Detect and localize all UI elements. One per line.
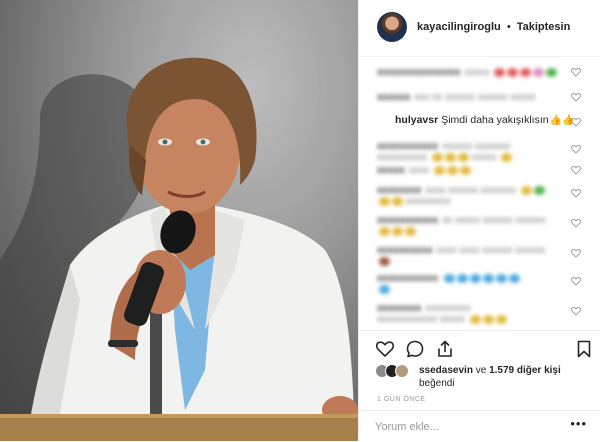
likes-connector: ve	[472, 365, 490, 376]
comment-username[interactable]: hulyavsr	[395, 114, 438, 126]
comment-row: xxxxxxxxxxx	[377, 270, 599, 298]
post-photo[interactable]	[0, 0, 358, 441]
blurred-comment: xxxxxxxxxxx xx xxxxx xxxxxx xxxxxx	[377, 215, 546, 237]
comment-row: xxxxxxxx xxxxxxxxx xxxxxxxxxxxx xxxxx	[377, 300, 599, 328]
likes-count-link[interactable]: 1.579 diğer kişi	[489, 365, 561, 376]
comment-list: xxxxxxxxxxxxxxx xxxxx xxxxxx xxx xx xxxxxx…	[359, 58, 600, 328]
blurred-comment: xxxxxxxxxxx xxxxxx xxxxxxx xxxxxxxxxx xxxx…	[377, 141, 513, 163]
comment-composer: •••	[359, 410, 600, 442]
comment-text: Şimdi daha yakışıklısın	[441, 114, 549, 126]
likes-text: ssedasevin ve 1.579 diğer kişi beğendi	[419, 364, 599, 390]
liker-username[interactable]: ssedasevin	[419, 365, 473, 376]
likes-summary: ssedasevin ve 1.579 diğer kişi beğendi	[375, 362, 595, 396]
comment-heart-icon[interactable]	[571, 276, 581, 286]
featured-comment: hulyavsr Şimdi daha yakışıklısın👍👍	[395, 114, 575, 126]
comment-row: xxxxx xxxx	[377, 162, 599, 182]
blurred-comment: xxxxxxxx xxxxxxxxx xxxxxxxxxxxx xxxxx	[377, 303, 507, 325]
bookmark-icon[interactable]	[574, 339, 594, 359]
liker-avatar	[395, 364, 409, 378]
comment-row: xxxxxxxxxxx xx xxxxx xxxxxx xxxxxx	[377, 212, 599, 240]
comment-heart-icon[interactable]	[571, 248, 581, 258]
liker-avatars[interactable]	[375, 364, 417, 378]
comment-icon[interactable]	[405, 339, 425, 359]
comment-heart-icon[interactable]	[571, 188, 581, 198]
comment-heart-icon[interactable]	[571, 117, 581, 127]
comment-row-featured: hulyavsr Şimdi daha yakışıklısın👍👍	[377, 114, 599, 134]
blurred-comment: xxxxxxxxxxxxxxx xxxxx	[377, 67, 558, 78]
comment-heart-icon[interactable]	[571, 67, 581, 77]
author-line: kayacilingiroglu • Takiptesin	[417, 21, 570, 33]
photo-illustration	[0, 57, 358, 441]
post-header: kayacilingiroglu • Takiptesin	[359, 0, 600, 57]
comment-heart-icon[interactable]	[571, 92, 581, 102]
blurred-comment: xxxxxxxxxxx	[377, 273, 521, 295]
comment-heart-icon[interactable]	[571, 144, 581, 154]
author-avatar[interactable]	[377, 12, 407, 42]
comment-heart-icon[interactable]	[571, 218, 581, 228]
comment-row: xxxxxxxx xxxx xxxxxx xxxxxxx xxxxxxxxx	[377, 182, 599, 210]
likes-suffix: beğendi	[419, 378, 455, 389]
instagram-post: kayacilingiroglu • Takiptesin xxxxxxxxxx…	[0, 0, 600, 441]
post-timestamp[interactable]: 1 GÜN ÖNCE	[377, 396, 426, 403]
comment-row: xxxxxxxxxxxxxxx xxxxx	[377, 64, 599, 84]
follow-status-button[interactable]: Takiptesin	[517, 21, 571, 33]
author-username[interactable]: kayacilingiroglu	[417, 21, 501, 33]
blurred-comment: xxxxxxxx xxxx xxxxxx xxxxxxx xxxxxxxxx	[377, 185, 545, 207]
blurred-comment: xxxxxx xxx xx xxxxxx xxxxxx xxxxx	[377, 92, 536, 103]
comment-row: xxxxxx xxx xx xxxxxx xxxxxx xxxxx	[377, 89, 599, 109]
comment-heart-icon[interactable]	[571, 306, 581, 316]
blurred-comment: xxxxxxxxxx xxxx xxxx xxxxxx xxxxxx	[377, 245, 545, 267]
blurred-comment: xxxxx xxxx	[377, 165, 471, 176]
post-sidebar: kayacilingiroglu • Takiptesin xxxxxxxxxx…	[358, 0, 600, 441]
share-icon[interactable]	[435, 339, 455, 359]
comment-input[interactable]	[375, 419, 555, 435]
comment-row: xxxxxxxxxx xxxx xxxx xxxxxx xxxxxx	[377, 242, 599, 270]
comment-heart-icon[interactable]	[571, 165, 581, 175]
more-icon[interactable]: •••	[570, 416, 587, 431]
header-separator: •	[506, 21, 511, 33]
heart-icon[interactable]	[375, 339, 395, 359]
